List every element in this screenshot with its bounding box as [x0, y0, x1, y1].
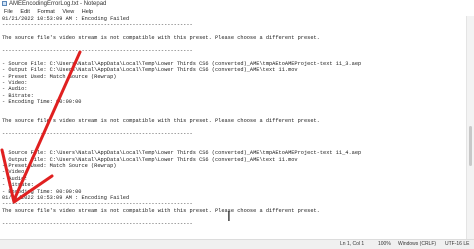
line-ending: Windows (CRLF): [398, 241, 437, 247]
menu-file[interactable]: File: [4, 9, 13, 15]
scrollbar-thumb[interactable]: [469, 126, 472, 166]
text-editor[interactable]: 01/21/2022 10:53:09 AM : Encoding Failed…: [0, 16, 466, 239]
window-title-bar: AMEEncodingErrorLog.txt - Notepad: [0, 0, 474, 8]
menu-help[interactable]: Help: [82, 9, 93, 15]
editor-line: ----------------------------------------…: [2, 220, 193, 227]
menu-view[interactable]: View: [62, 9, 74, 15]
text-cursor-icon: Ⅰ: [227, 210, 231, 225]
menu-format[interactable]: Format: [37, 9, 54, 15]
encoding: UTF-16 LE: [445, 241, 470, 247]
vertical-scrollbar[interactable]: [466, 16, 474, 239]
cursor-position: Ln 1, Col 1: [340, 241, 365, 247]
status-bar: Ln 1, Col 1 100% Windows (CRLF) UTF-16 L…: [0, 239, 474, 249]
window-title: AMEEncodingErrorLog.txt - Notepad: [9, 1, 107, 7]
notepad-icon: [2, 1, 7, 6]
menu-edit[interactable]: Edit: [20, 9, 29, 15]
zoom-level: 100%: [378, 241, 391, 247]
